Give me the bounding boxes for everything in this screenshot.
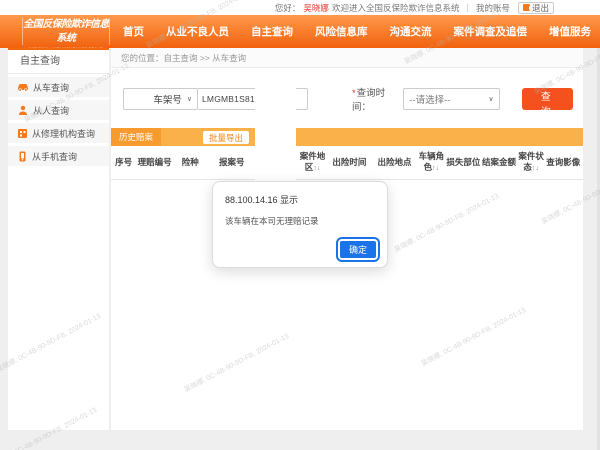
results-bar: 历史赔案 批量导出 xyxy=(111,128,583,146)
app-logo: 全国反保险欺诈信息系统 NATIONAL ANTI INSURANCE FRAU… xyxy=(22,18,110,45)
claims-table-header: 序号 理赔编号 险种 报案号 理赔公司↑↓ 案件地区↑↓ 出险时间 出险地点 车… xyxy=(111,146,583,180)
sidebar-item-phone-query[interactable]: 从手机查询 xyxy=(8,146,109,166)
search-field-selected: 车架号 xyxy=(129,92,187,106)
username: 吴晓娜 xyxy=(303,2,329,14)
nav-item-value-added[interactable]: 增值服务 xyxy=(538,24,600,39)
main-header: 全国反保险欺诈信息系统 NATIONAL ANTI INSURANCE FRAU… xyxy=(0,15,600,48)
sidebar: 自主查询 从车查询 从人查询 xyxy=(8,48,109,430)
divider: ｜ xyxy=(463,2,472,14)
logout-label: 退出 xyxy=(532,2,549,14)
my-account-link[interactable]: 我的账号 xyxy=(476,2,510,14)
sidebar-item-label: 从人查询 xyxy=(33,104,69,117)
sidebar-item-person-query[interactable]: 从人查询 xyxy=(8,100,109,120)
ok-button[interactable]: 确定 xyxy=(338,239,378,260)
app-title: 全国反保险欺诈信息系统 xyxy=(23,18,109,46)
logout-button[interactable]: 退出 xyxy=(518,2,554,14)
logout-icon xyxy=(523,4,530,11)
col-insurance-type: 险种 xyxy=(175,157,206,168)
query-time-select[interactable]: --请选择-- ∨ xyxy=(403,88,499,110)
sidebar-item-repair-org-query[interactable]: 从修理机构查询 xyxy=(8,123,109,143)
col-claim-no: 理赔编号 xyxy=(134,157,174,168)
col-report-no: 报案号 xyxy=(206,157,258,168)
alert-dialog-title: 88.100.14.16 显示 xyxy=(225,193,375,206)
person-icon xyxy=(17,105,29,116)
greeting-prefix: 您好： xyxy=(275,2,301,14)
alert-dialog: 88.100.14.16 显示 该车辆在本司无理赔记录 确定 xyxy=(212,181,388,268)
sidebar-item-label: 从手机查询 xyxy=(32,150,77,163)
nav-item-self-query[interactable]: 自主查询 xyxy=(240,24,304,39)
breadcrumb: 您的位置：自主查询 >> 从车查询 xyxy=(111,48,583,68)
sidebar-item-vehicle-query[interactable]: 从车查询 xyxy=(8,77,109,97)
search-form: 车架号 ∨ LMGMB1S81P10 *查询时间： --请选择-- ∨ 查 询 xyxy=(111,68,583,128)
car-icon xyxy=(17,82,29,92)
main-nav: 首页 从业不良人员 自主查询 风险信息库 沟通交流 案件调查及追偿 增值服务 xyxy=(112,15,600,48)
phone-icon xyxy=(17,151,28,162)
required-mark: * xyxy=(352,88,356,99)
nav-item-communication[interactable]: 沟通交流 xyxy=(379,24,443,39)
nav-item-bad-practitioners[interactable]: 从业不良人员 xyxy=(155,24,240,39)
col-query-image: 查询影像 xyxy=(545,157,581,168)
page-root: 您好： 吴晓娜 欢迎进入全国反保险欺诈信息系统 ｜ 我的账号 退出 全国反保险欺… xyxy=(0,0,600,450)
nav-item-risk-library[interactable]: 风险信息库 xyxy=(304,24,379,39)
alert-dialog-message: 该车辆在本司无理赔记录 xyxy=(225,215,375,227)
query-button[interactable]: 查 询 xyxy=(522,88,573,110)
welcome-text: 欢迎进入全国反保险欺诈信息系统 xyxy=(332,2,460,14)
sort-icon[interactable]: ↑↓ xyxy=(532,165,539,172)
tab-history-claims[interactable]: 历史赔案 xyxy=(111,128,161,146)
sidebar-item-label: 从修理机构查询 xyxy=(32,127,95,140)
nav-item-case-investigation[interactable]: 案件调查及追偿 xyxy=(443,24,539,39)
nav-item-home[interactable]: 首页 xyxy=(112,24,155,39)
col-settled-amount: 结案金额 xyxy=(481,157,517,168)
col-case-status[interactable]: 案件状态↑↓ xyxy=(517,151,546,174)
chevron-down-icon: ∨ xyxy=(488,95,493,103)
col-case-region[interactable]: 案件地区↑↓ xyxy=(298,151,327,174)
redaction-patch xyxy=(255,75,296,182)
query-time-label: *查询时间： xyxy=(352,85,400,113)
sidebar-title: 自主查询 xyxy=(8,50,109,74)
batch-export-button[interactable]: 批量导出 xyxy=(203,131,249,144)
sort-icon[interactable]: ↑↓ xyxy=(432,165,439,172)
query-time-selected: --请选择-- xyxy=(409,92,450,106)
col-accident-time: 出险时间 xyxy=(327,157,372,168)
chevron-down-icon: ∨ xyxy=(187,95,192,103)
top-greeting-bar: 您好： 吴晓娜 欢迎进入全国反保险欺诈信息系统 ｜ 我的账号 退出 xyxy=(0,0,600,15)
col-vehicle-role[interactable]: 车辆角色↑↓ xyxy=(417,151,446,174)
col-damage-part: 损失部位 xyxy=(446,157,482,168)
sidebar-item-label: 从车查询 xyxy=(33,81,69,94)
repair-org-icon xyxy=(17,128,28,139)
col-accident-place: 出险地点 xyxy=(372,157,417,168)
sort-icon[interactable]: ↑↓ xyxy=(313,165,320,172)
col-seq: 序号 xyxy=(113,157,134,168)
alert-dialog-actions: 确定 xyxy=(338,239,378,260)
search-field-select[interactable]: 车架号 ∨ xyxy=(123,88,198,110)
